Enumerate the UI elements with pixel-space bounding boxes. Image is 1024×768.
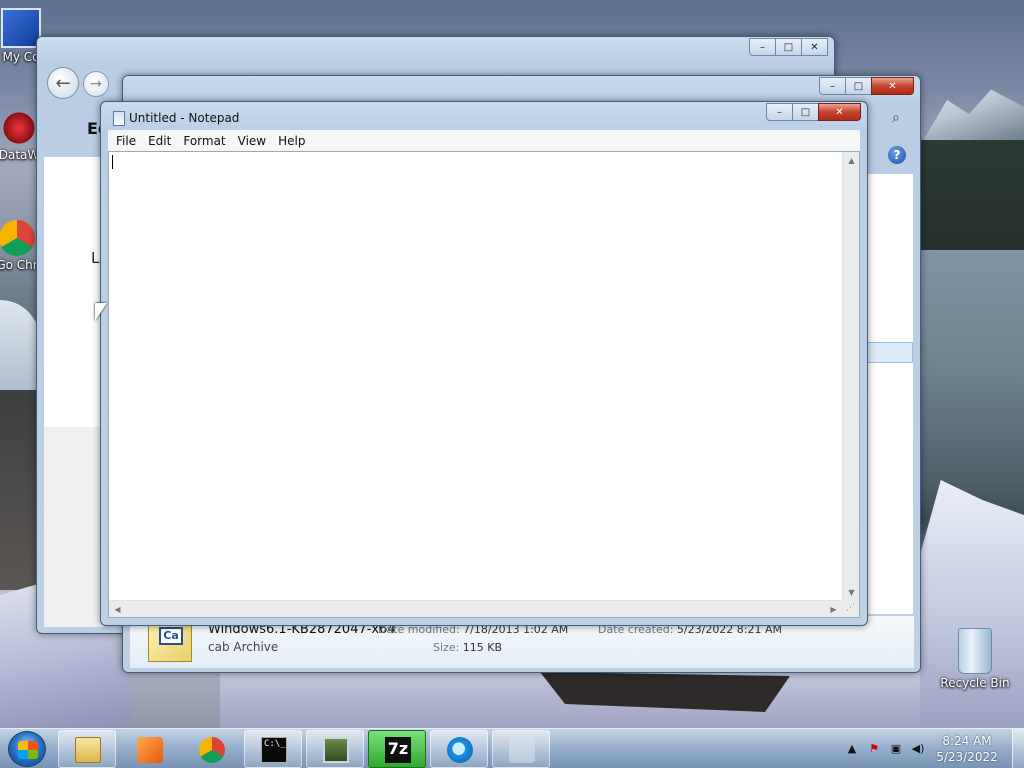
menu-help[interactable]: Help: [272, 134, 311, 148]
cab-icon-text: Ca: [159, 627, 183, 645]
menu-bar: File Edit Format View Help: [108, 130, 860, 151]
window-title: Untitled - Notepad: [129, 111, 240, 125]
clock[interactable]: 8:24 AM 5/23/2022: [932, 733, 1002, 765]
desktop-icon-label: DataW: [0, 148, 40, 162]
mouse-cursor-icon: [95, 303, 107, 321]
caption-buttons: – □ ✕: [766, 103, 861, 121]
media-player-icon: [137, 737, 163, 763]
show-hidden-icons-icon[interactable]: ▲: [844, 741, 860, 757]
action-center-icon[interactable]: ⚑: [866, 741, 882, 757]
caption-buttons: – □ ✕: [819, 77, 914, 95]
size-label: Size:: [433, 641, 460, 654]
file-size: Size: 115 KB: [433, 641, 502, 654]
menu-view[interactable]: View: [232, 134, 272, 148]
maximize-button[interactable]: □: [792, 103, 819, 121]
show-desktop-button[interactable]: [1012, 729, 1024, 768]
volume-icon[interactable]: ◀): [910, 741, 926, 757]
desktop-icon-label: Recycle Bin: [940, 676, 1010, 690]
taskbar-button-media-player[interactable]: [120, 730, 178, 768]
wallpaper-ice: [920, 480, 1024, 730]
file-type: cab Archive: [208, 640, 279, 654]
maximize-button[interactable]: □: [845, 77, 872, 95]
datawall-icon: [1, 110, 37, 146]
wallpaper-ice: [0, 300, 40, 400]
explorer-icon: [75, 737, 101, 763]
content-lower: [44, 427, 104, 627]
search-icon[interactable]: ⌕: [892, 110, 912, 130]
monitor-icon: [323, 737, 349, 763]
taskbar-button-7zip[interactable]: 7z: [368, 730, 426, 768]
network-icon[interactable]: ▣: [888, 741, 904, 757]
wallpaper-lake: [914, 250, 1024, 480]
blank-icon: [509, 737, 535, 763]
taskbar-button-ie[interactable]: [430, 730, 488, 768]
taskbar-button-blank[interactable]: [492, 730, 550, 768]
menu-file[interactable]: File: [110, 134, 142, 148]
cmd-icon: C:\_: [261, 737, 287, 763]
close-button[interactable]: ✕: [818, 103, 861, 121]
taskbar-button-explorer[interactable]: [58, 730, 116, 768]
menu-edit[interactable]: Edit: [142, 134, 177, 148]
close-button[interactable]: ✕: [871, 77, 914, 95]
text-editor[interactable]: [108, 151, 860, 618]
size-value: 115 KB: [462, 641, 503, 654]
7zip-icon: 7z: [385, 737, 411, 763]
maximize-button[interactable]: □: [775, 38, 802, 56]
taskbar-button-chrome[interactable]: [182, 730, 240, 768]
ie-icon: [447, 737, 473, 763]
clock-date: 5/23/2022: [936, 750, 998, 764]
minimize-button[interactable]: –: [766, 103, 793, 121]
back-arrow-icon[interactable]: ←: [47, 67, 79, 99]
wallpaper-forest: [914, 140, 1024, 250]
cab-file-icon: Ca: [148, 622, 192, 662]
menu-format[interactable]: Format: [177, 134, 231, 148]
taskbar-button-cmd[interactable]: C:\_: [244, 730, 302, 768]
wallpaper-rocks: [0, 390, 40, 590]
start-button[interactable]: [8, 731, 46, 767]
taskbar-button-monitor[interactable]: [306, 730, 364, 768]
minimize-button[interactable]: –: [819, 77, 846, 95]
recycle-bin-icon: [958, 628, 992, 674]
help-icon[interactable]: ?: [888, 146, 906, 164]
desktop-icon-recycle-bin[interactable]: Recycle Bin: [936, 628, 1014, 690]
desktop-icon-label: Go Chr: [0, 258, 38, 272]
windows-logo-icon: [18, 741, 38, 759]
chrome-icon: [0, 220, 35, 256]
forward-arrow-icon[interactable]: →: [83, 71, 109, 97]
notepad-window[interactable]: Untitled - Notepad – □ ✕ File Edit Forma…: [100, 101, 868, 626]
clock-time: 8:24 AM: [942, 734, 992, 748]
caption-buttons: – □ ✕: [749, 38, 828, 56]
minimize-button[interactable]: –: [749, 38, 776, 56]
close-button[interactable]: ✕: [801, 38, 828, 56]
content-pane: [44, 157, 104, 427]
taskbar: C:\_ 7z ▲ ⚑ ▣ ◀) 8:24 AM 5/23/2022: [0, 728, 1024, 768]
computer-icon: [1, 8, 41, 48]
chrome-icon: [199, 737, 225, 763]
notepad-icon: [113, 111, 125, 126]
desktop-icon-label: My Co: [2, 50, 40, 64]
